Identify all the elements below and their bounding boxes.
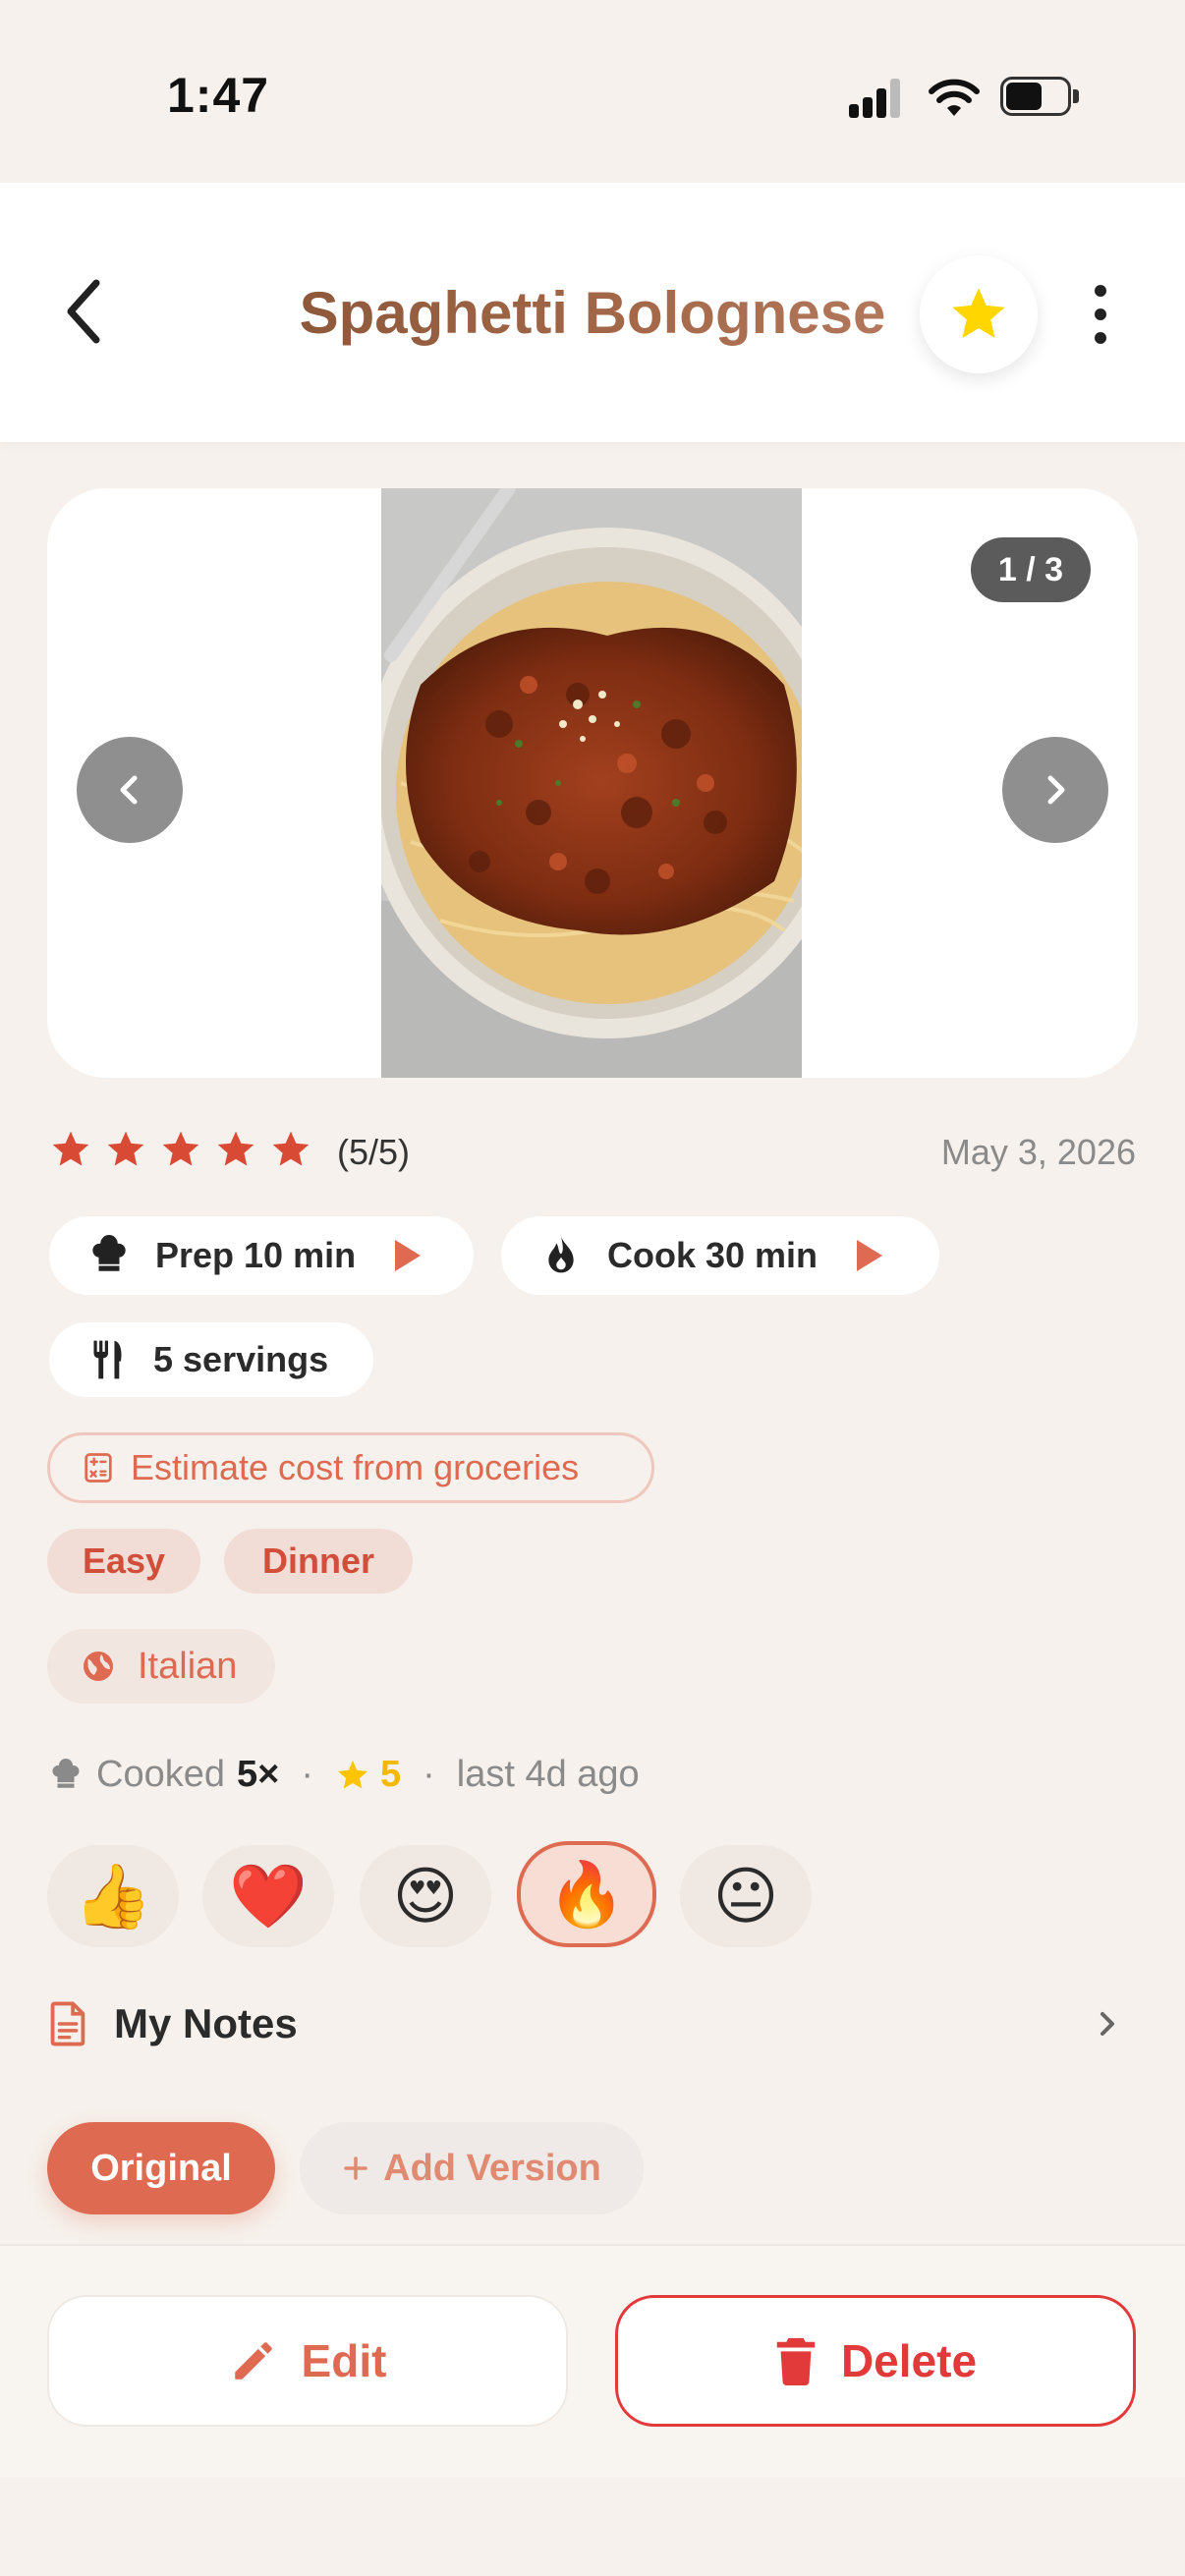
cuisine-tag[interactable]: Italian (47, 1629, 275, 1704)
globe-icon (84, 1652, 113, 1681)
cooked-stats: Cooked 5× · 5 · last 4d ago (49, 1754, 640, 1796)
chevron-right-icon (1047, 775, 1065, 805)
servings-label: 5 servings (153, 1339, 329, 1379)
cellular-signal-icon (849, 79, 908, 118)
star-icon (107, 1131, 144, 1166)
chef-hat-icon (52, 1758, 80, 1788)
star-icon (952, 288, 1005, 338)
cuisine-label: Italian (138, 1645, 238, 1687)
edit-button[interactable]: Edit (47, 2295, 568, 2427)
status-time: 1:47 (167, 68, 270, 123)
favorite-button[interactable] (920, 255, 1038, 373)
rating-stars[interactable] (49, 1128, 312, 1171)
star-icon (162, 1131, 199, 1166)
recipe-photo (381, 488, 802, 1078)
chef-hat-icon (92, 1235, 126, 1271)
plus-icon (344, 2156, 367, 2180)
estimate-cost-label: Estimate cost from groceries (131, 1447, 580, 1487)
cook-time-label: Cook 30 min (607, 1235, 818, 1275)
tag-difficulty[interactable]: Easy (47, 1529, 200, 1594)
star-icon (337, 1760, 367, 1788)
cooked-rating: 5 (379, 1754, 402, 1795)
rating-value: (5/5) (337, 1132, 411, 1172)
edit-label: Edit (301, 2335, 387, 2386)
battery-icon (1000, 77, 1079, 116)
delete-button[interactable]: Delete (615, 2295, 1136, 2427)
my-notes-label: My Notes (114, 2000, 298, 2046)
add-version-button[interactable]: Add Version (300, 2122, 644, 2214)
chevron-right-icon (1100, 2012, 1114, 2036)
star-icon (217, 1131, 254, 1166)
tag-meal-type[interactable]: Dinner (224, 1529, 413, 1594)
play-icon[interactable] (853, 1238, 884, 1273)
servings-pill[interactable]: 5 servings (49, 1322, 373, 1397)
reaction-heart[interactable]: ❤️ (202, 1845, 334, 1947)
flame-icon (548, 1237, 574, 1273)
separator: · (301, 1754, 313, 1795)
prep-time-label: Prep 10 min (155, 1235, 357, 1275)
trash-icon (776, 2337, 816, 2385)
version-original-tab[interactable]: Original (47, 2122, 275, 2214)
cook-time-pill[interactable]: Cook 30 min (501, 1216, 939, 1295)
more-vertical-icon[interactable] (1081, 283, 1120, 346)
delete-label: Delete (840, 2335, 978, 2386)
pencil-icon (234, 2342, 272, 2380)
cooked-count: 5× (236, 1754, 280, 1795)
reaction-thumbs-up[interactable]: 👍 (47, 1845, 179, 1947)
cooked-prefix: Cooked (96, 1754, 225, 1795)
prep-time-pill[interactable]: Prep 10 min (49, 1216, 474, 1295)
reaction-neutral[interactable]: 😐 (680, 1845, 812, 1947)
reaction-heart-eyes[interactable]: 😍 (360, 1845, 491, 1947)
image-counter-badge: 1 / 3 (971, 537, 1091, 602)
document-icon (50, 2001, 85, 2046)
star-icon (52, 1131, 89, 1166)
add-version-label: Add Version (383, 2147, 601, 2189)
last-cooked: last 4d ago (456, 1754, 640, 1795)
wifi-icon (929, 79, 980, 116)
play-icon[interactable] (391, 1238, 423, 1273)
gallery-prev-button[interactable] (77, 737, 183, 843)
star-icon (272, 1131, 310, 1166)
gallery-next-button[interactable] (1002, 737, 1108, 843)
chevron-left-icon (120, 775, 138, 805)
recipe-date: May 3, 2026 (940, 1132, 1136, 1172)
my-notes-row[interactable]: My Notes (47, 1994, 1138, 2053)
separator: · (423, 1754, 435, 1795)
utensils-icon (93, 1340, 122, 1379)
estimate-cost-button[interactable]: Estimate cost from groceries (47, 1432, 654, 1503)
calculator-icon (85, 1453, 112, 1483)
reaction-fire-selected[interactable]: 🔥 (517, 1841, 656, 1947)
